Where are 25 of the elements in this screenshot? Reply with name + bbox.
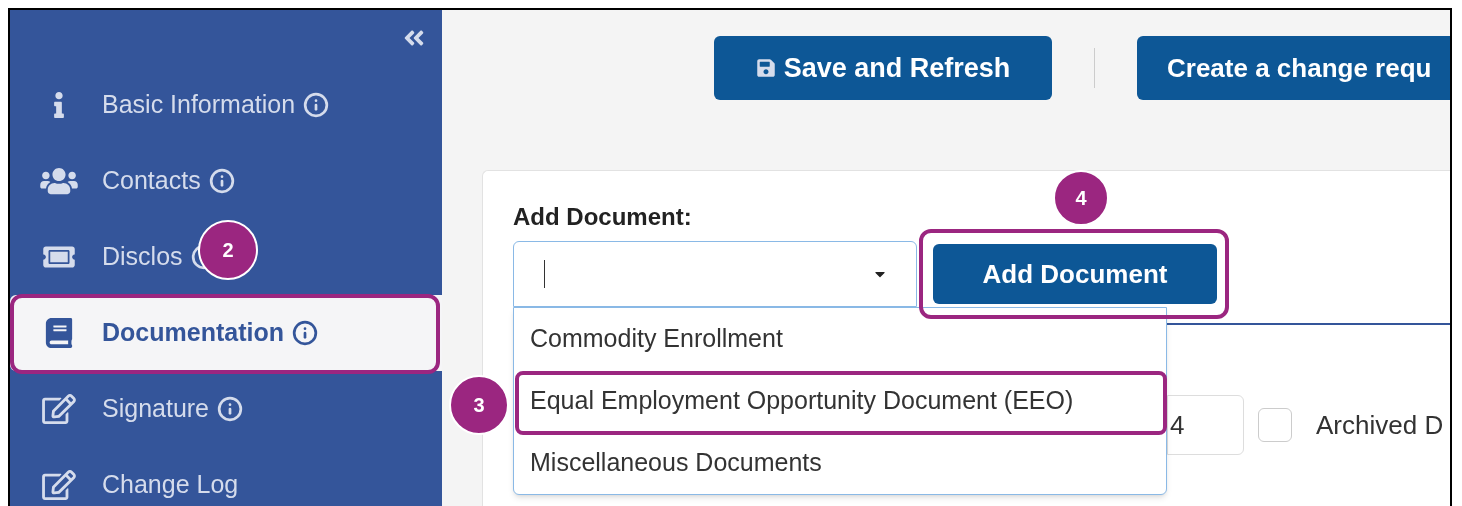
sidebar-item[interactable]: Contacts — [102, 162, 201, 200]
checkbox-label: Archived D — [1316, 408, 1444, 442]
step-badge: 2 — [198, 220, 258, 280]
sidebar-item[interactable]: Documentation — [102, 314, 284, 352]
document-select[interactable] — [513, 241, 917, 307]
edit-icon — [42, 470, 76, 500]
save-button[interactable]: Save and Refresh — [714, 36, 1052, 100]
dropdown-option[interactable]: Miscellaneous Documents — [514, 432, 1166, 494]
sidebar-item[interactable]: Signature — [102, 390, 210, 428]
step-badge: 4 — [1053, 170, 1109, 226]
number-field[interactable]: 4 — [1167, 395, 1244, 455]
sidebar-item[interactable]: Disclos — [102, 238, 183, 276]
sidebar-item[interactable]: Change Log — [102, 466, 239, 504]
archived-checkbox[interactable] — [1258, 408, 1292, 442]
save-icon — [755, 58, 776, 78]
dropdown-option[interactable]: Equal Employment Opportunity Document (EEO) — [514, 370, 1166, 432]
section-title: Add Document: — [513, 202, 693, 232]
sidebar-item[interactable]: Basic Information — [102, 86, 296, 124]
people-icon — [40, 166, 78, 196]
edit-icon — [42, 394, 76, 424]
step-badge: 3 — [449, 375, 509, 435]
change-request-button[interactable]: Create a change requ — [1137, 36, 1450, 100]
add-document-button[interactable]: Add Document — [933, 244, 1217, 304]
book-icon — [45, 318, 73, 348]
dropdown-option[interactable]: Commodity Enrollment — [514, 308, 1166, 370]
